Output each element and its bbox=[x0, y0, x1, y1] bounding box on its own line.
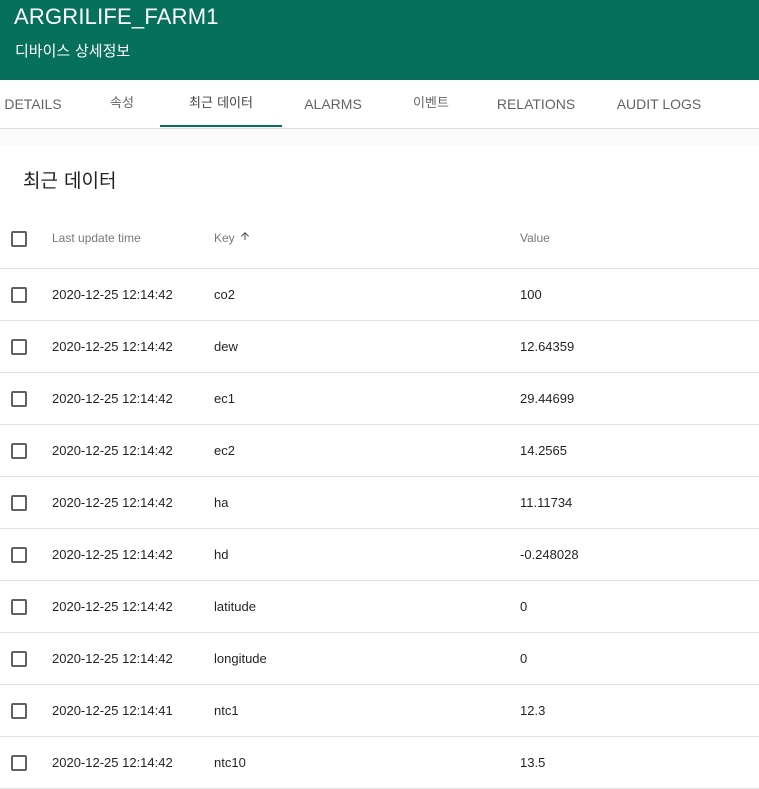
row-value: 100 bbox=[520, 287, 542, 302]
telemetry-table: Last update time Key Value 2020-12-25 12… bbox=[0, 212, 759, 789]
row-time: 2020-12-25 12:14:42 bbox=[52, 287, 173, 302]
row-key: co2 bbox=[214, 287, 235, 302]
card-title: 최근 데이터 bbox=[23, 170, 117, 192]
table-row[interactable]: 2020-12-25 12:14:42 hd -0.248028 bbox=[0, 529, 759, 581]
table-header-row: Last update time Key Value bbox=[0, 212, 759, 269]
row-time: 2020-12-25 12:14:42 bbox=[52, 443, 173, 458]
row-time: 2020-12-25 12:14:42 bbox=[52, 755, 173, 770]
row-value: 29.44699 bbox=[520, 391, 575, 406]
device-subtitle: 디바이스 상세정보 bbox=[15, 42, 131, 60]
row-value: -0.248028 bbox=[520, 547, 579, 562]
column-header-key[interactable]: Key bbox=[214, 212, 251, 268]
row-time: 2020-12-25 12:14:42 bbox=[52, 599, 173, 614]
column-header-value[interactable]: Value bbox=[520, 212, 550, 268]
row-time: 2020-12-25 12:14:42 bbox=[52, 651, 173, 666]
tab-events[interactable]: 이벤트 bbox=[398, 80, 464, 128]
row-time: 2020-12-25 12:14:42 bbox=[52, 339, 173, 354]
row-time: 2020-12-25 12:14:41 bbox=[52, 703, 173, 718]
tab-details[interactable]: DETAILS bbox=[0, 80, 66, 128]
table-row[interactable]: 2020-12-25 12:14:42 ec1 29.44699 bbox=[0, 373, 759, 425]
tab-attributes[interactable]: 속성 bbox=[92, 80, 152, 128]
table-row[interactable]: 2020-12-25 12:14:42 ec2 14.2565 bbox=[0, 425, 759, 477]
row-checkbox[interactable] bbox=[11, 391, 27, 407]
device-title: ARGRILIFE_FARM1 bbox=[14, 4, 219, 29]
select-all-checkbox[interactable] bbox=[11, 231, 27, 247]
column-header-time[interactable]: Last update time bbox=[52, 212, 141, 268]
table-row[interactable]: 2020-12-25 12:14:42 longitude 0 bbox=[0, 633, 759, 685]
row-checkbox[interactable] bbox=[11, 703, 27, 719]
tab-relations[interactable]: RELATIONS bbox=[486, 80, 586, 128]
row-value: 12.3 bbox=[520, 703, 546, 718]
row-key: ec2 bbox=[214, 443, 235, 458]
row-checkbox[interactable] bbox=[11, 287, 27, 303]
row-checkbox[interactable] bbox=[11, 339, 27, 355]
row-value: 11.11734 bbox=[520, 495, 573, 510]
row-time: 2020-12-25 12:14:42 bbox=[52, 547, 173, 562]
row-key: ntc1 bbox=[214, 703, 239, 718]
tab-audit-logs[interactable]: AUDIT LOGS bbox=[608, 80, 710, 128]
row-key: hd bbox=[214, 547, 229, 562]
table-row[interactable]: 2020-12-25 12:14:41 ntc1 12.3 bbox=[0, 685, 759, 737]
tab-latest-telemetry[interactable]: 최근 데이터 bbox=[160, 80, 282, 128]
row-key: ec1 bbox=[214, 391, 235, 406]
row-key: dew bbox=[214, 339, 238, 354]
row-key: longitude bbox=[214, 651, 267, 666]
row-key: ha bbox=[214, 495, 229, 510]
row-value: 13.5 bbox=[520, 755, 546, 770]
row-checkbox[interactable] bbox=[11, 443, 27, 459]
row-value: 12.64359 bbox=[520, 339, 575, 354]
row-checkbox[interactable] bbox=[11, 599, 27, 615]
row-time: 2020-12-25 12:14:42 bbox=[52, 495, 173, 510]
row-time: 2020-12-25 12:14:42 bbox=[52, 391, 173, 406]
table-row[interactable]: 2020-12-25 12:14:42 latitude 0 bbox=[0, 581, 759, 633]
row-key: latitude bbox=[214, 599, 256, 614]
row-value: 0 bbox=[520, 651, 528, 666]
row-checkbox[interactable] bbox=[11, 495, 27, 511]
row-value: 0 bbox=[520, 599, 528, 614]
arrow-upward-icon bbox=[239, 212, 251, 264]
tab-alarms[interactable]: ALARMS bbox=[292, 80, 374, 128]
tab-bar: DETAILS 속성 최근 데이터 ALARMS 이벤트 RELATIONS A… bbox=[0, 80, 759, 129]
table-row[interactable]: 2020-12-25 12:14:42 ha 11.11734 bbox=[0, 477, 759, 529]
row-key: ntc10 bbox=[214, 755, 246, 770]
row-checkbox[interactable] bbox=[11, 547, 27, 563]
column-header-key-label: Key bbox=[214, 231, 235, 245]
row-checkbox[interactable] bbox=[11, 755, 27, 771]
active-tab-indicator bbox=[160, 125, 282, 127]
table-row[interactable]: 2020-12-25 12:14:42 dew 12.64359 bbox=[0, 321, 759, 373]
row-value: 14.2565 bbox=[520, 443, 567, 458]
row-checkbox[interactable] bbox=[11, 651, 27, 667]
section-divider bbox=[0, 129, 759, 145]
table-row[interactable]: 2020-12-25 12:14:42 ntc10 13.5 bbox=[0, 737, 759, 789]
device-header: ARGRILIFE_FARM1 디바이스 상세정보 bbox=[0, 0, 759, 80]
table-row[interactable]: 2020-12-25 12:14:42 co2 100 bbox=[0, 269, 759, 321]
